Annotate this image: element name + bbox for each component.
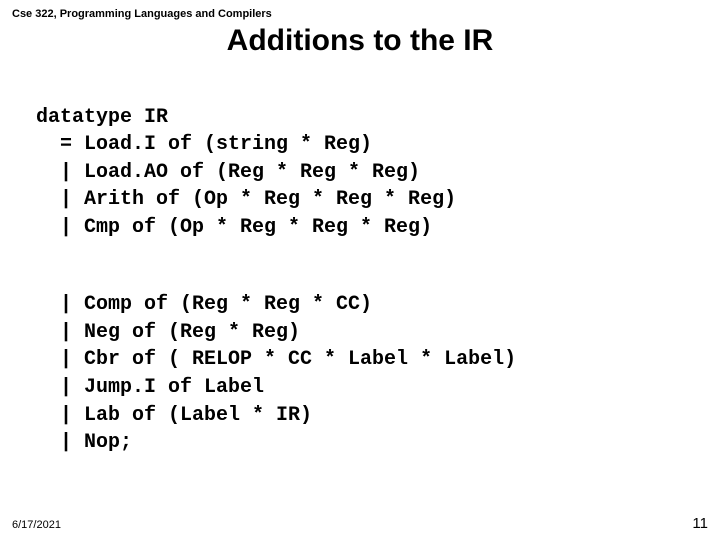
slide: Cse 322, Programming Languages and Compi… [0,0,720,540]
footer: 6/17/2021 11 [12,515,708,532]
code-line: datatype IR [36,106,168,129]
code-line: | Cbr of ( RELOP * CC * Label * Label) [36,348,516,371]
code-line: | Neg of (Reg * Reg) [36,321,300,344]
code-line: | Comp of (Reg * Reg * CC) [36,293,372,316]
page-number: 11 [692,515,708,532]
footer-date: 6/17/2021 [12,519,61,531]
code-line: | Nop; [36,431,132,454]
code-line: = Load.I of (string * Reg) [36,133,372,156]
code-line: | Arith of (Op * Reg * Reg * Reg) [36,188,456,211]
code-block: datatype IR = Load.I of (string * Reg) |… [12,76,708,484]
slide-title: Additions to the IR [12,24,708,58]
code-line: | Lab of (Label * IR) [36,404,312,427]
code-line: | Load.AO of (Reg * Reg * Reg) [36,161,420,184]
course-label: Cse 322, Programming Languages and Compi… [12,8,708,20]
code-line: | Cmp of (Op * Reg * Reg * Reg) [36,216,432,239]
code-line: | Jump.I of Label [36,376,264,399]
blank-line [36,242,708,264]
